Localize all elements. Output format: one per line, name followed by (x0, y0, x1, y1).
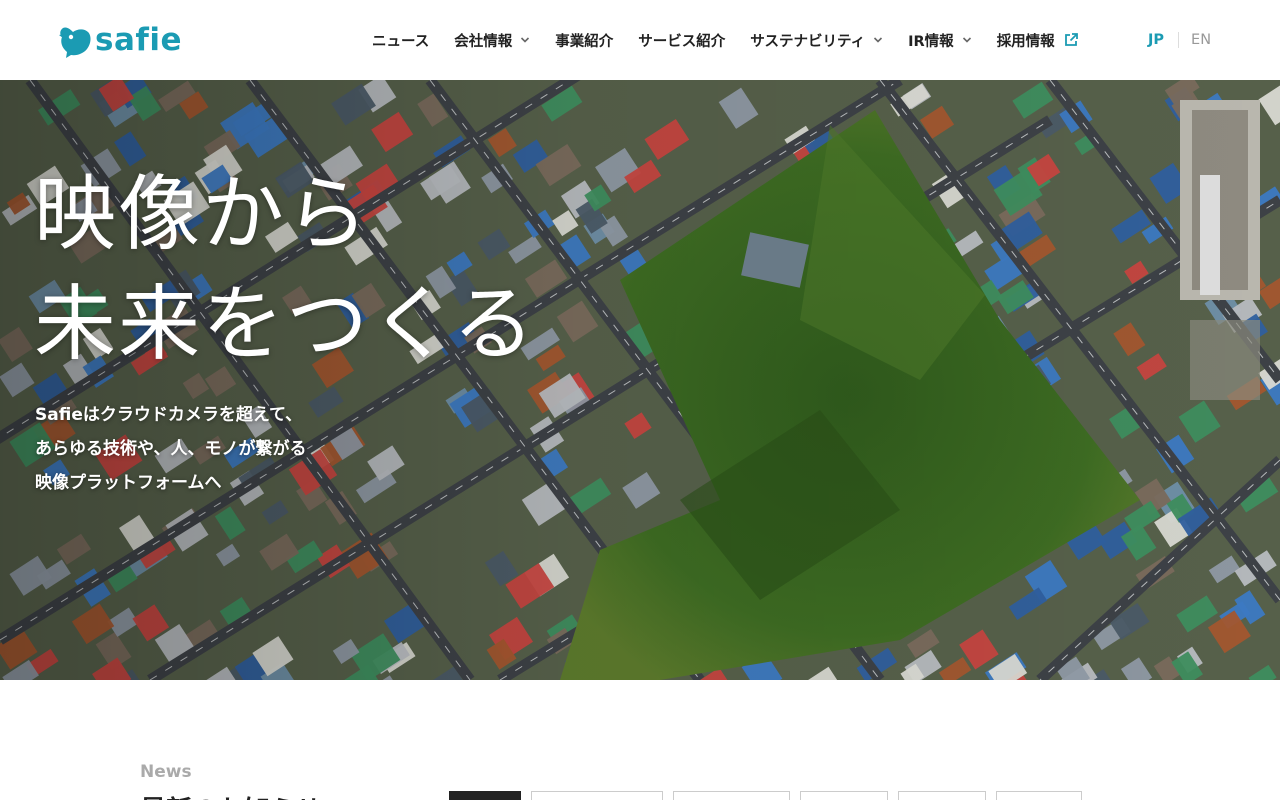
external-link-icon (1064, 33, 1078, 46)
nav-item-recruit[interactable]: 採用情報 (997, 30, 1079, 51)
nav-label: ニュース (372, 33, 430, 50)
chevron-down-icon (962, 37, 971, 43)
main-nav: ニュース 会社情報 事業紹介 サービス紹介 サステナビリティ IR情報 採用情報 (372, 0, 1104, 80)
hero-subtitle: Safieはクラウドカメラを超えて、 あらゆる技術や、人、モノが繋がる 映像プラ… (35, 398, 307, 500)
safie-bird-icon (59, 27, 91, 58)
news-filter-tabs (449, 791, 1092, 800)
news-label: News (140, 762, 192, 782)
lang-divider (1178, 32, 1180, 48)
news-tab[interactable] (673, 791, 790, 800)
hero-subtitle-line: Safieはクラウドカメラを超えて、 (35, 405, 303, 425)
nav-item-sustainability[interactable]: サステナビリティ (750, 30, 883, 51)
nav-item-services[interactable]: サービス紹介 (638, 30, 725, 51)
news-heading: 最新のお知らせ (140, 790, 321, 800)
nav-item-company[interactable]: 会社情報 (454, 30, 530, 51)
hero-title: 映像から 未来をつくる (34, 160, 536, 380)
news-tab[interactable] (996, 791, 1082, 800)
hero-section: 映像から 未来をつくる Safieはクラウドカメラを超えて、 あらゆる技術や、人… (0, 80, 1280, 680)
nav-label: 採用情報 (996, 33, 1055, 50)
news-tab[interactable] (800, 791, 888, 800)
nav-label: サービス紹介 (638, 33, 726, 50)
nav-label: IR情報 (908, 33, 954, 50)
hero-title-line: 未来をつくる (34, 277, 537, 372)
lang-jp-link[interactable]: JP (1148, 32, 1164, 48)
logo-text: safie (95, 22, 183, 58)
site-header: safie ニュース 会社情報 事業紹介 サービス紹介 サステナビリティ IR情… (0, 0, 1280, 80)
safie-logo[interactable]: safie (57, 22, 182, 58)
news-section: News 最新のお知らせ (0, 680, 1280, 800)
nav-item-business[interactable]: 事業紹介 (555, 30, 613, 51)
lang-en-link[interactable]: EN (1191, 32, 1211, 48)
language-switcher: JP EN (1148, 0, 1211, 80)
hero-subtitle-line: あらゆる技術や、人、モノが繋がる (35, 439, 307, 459)
news-tab[interactable] (898, 791, 986, 800)
nav-label: 会社情報 (454, 33, 513, 50)
hero-title-line: 映像から (34, 167, 371, 262)
nav-label: サステナビリティ (750, 33, 866, 50)
chevron-down-icon (521, 37, 530, 43)
news-tab[interactable] (531, 791, 663, 800)
chevron-down-icon (874, 37, 883, 43)
hero-subtitle-line: 映像プラットフォームへ (35, 473, 222, 493)
nav-label: 事業紹介 (555, 33, 614, 50)
news-tab[interactable] (449, 791, 521, 800)
nav-item-ir[interactable]: IR情報 (908, 30, 972, 51)
nav-item-news[interactable]: ニュース (372, 30, 429, 51)
